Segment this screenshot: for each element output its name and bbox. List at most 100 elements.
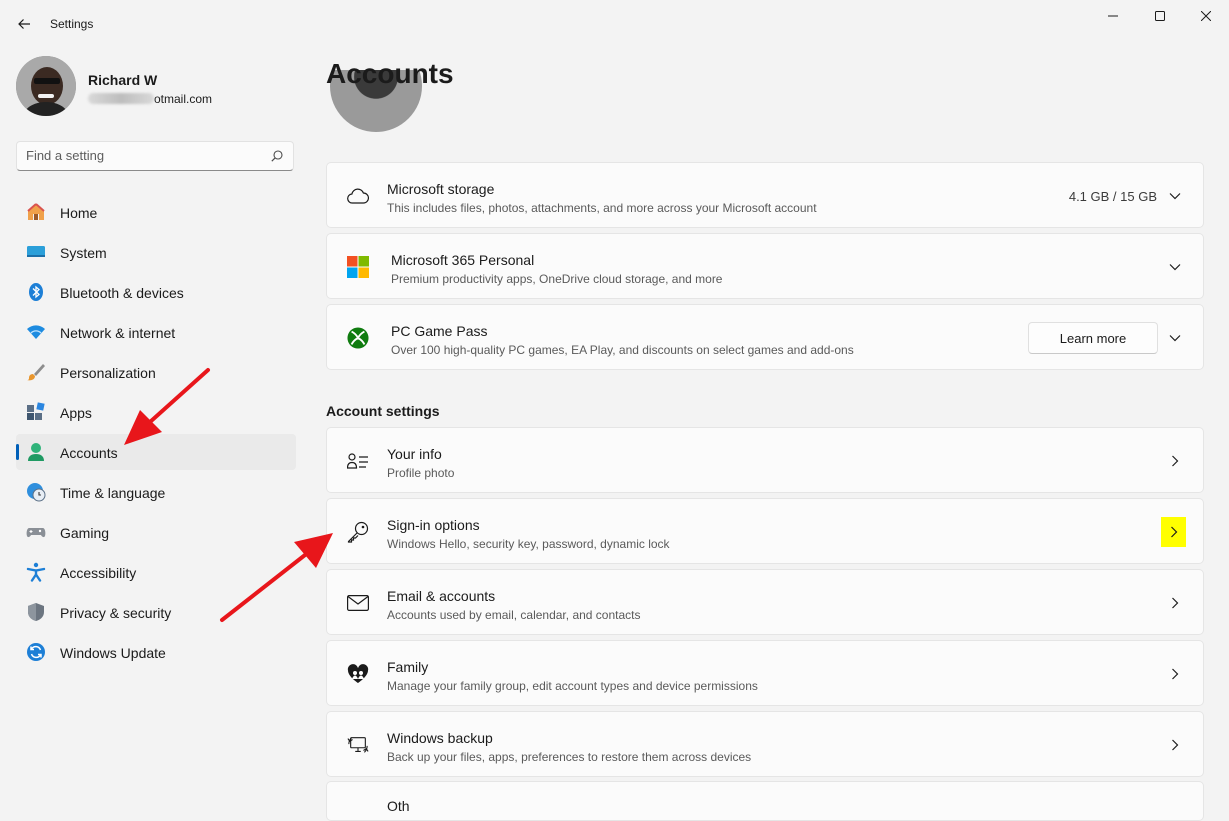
- back-button[interactable]: [10, 10, 38, 38]
- close-icon: [1201, 11, 1211, 21]
- learn-more-button[interactable]: Learn more: [1028, 322, 1158, 354]
- family-heart-icon: [347, 663, 369, 685]
- email-accounts-card[interactable]: Email & accounts Accounts used by email,…: [326, 569, 1204, 635]
- microsoft-logo-icon: [347, 256, 369, 278]
- gamepad-icon: [26, 522, 46, 542]
- sidebar-item-apps[interactable]: Apps: [16, 394, 296, 430]
- minimize-icon: [1108, 15, 1118, 17]
- card-subtitle: Back up your files, apps, preferences to…: [387, 750, 752, 764]
- key-icon: [347, 521, 369, 543]
- family-card[interactable]: Family Manage your family group, edit ac…: [326, 640, 1204, 706]
- person-info-icon: [347, 450, 369, 472]
- sidebar-item-bluetooth[interactable]: Bluetooth & devices: [16, 274, 296, 310]
- system-icon: [26, 242, 46, 262]
- card-subtitle: Windows Hello, security key, password, d…: [387, 537, 670, 551]
- settings-search[interactable]: [16, 141, 294, 171]
- card-title: Family: [387, 659, 429, 675]
- accessibility-icon: [26, 562, 46, 582]
- search-icon[interactable]: [271, 150, 283, 162]
- avatar-photo-icon: [16, 56, 76, 116]
- sidebar-item-system[interactable]: System: [16, 234, 296, 270]
- section-heading: Account settings: [326, 403, 440, 419]
- page-title: Accounts: [326, 58, 454, 89]
- sidebar-item-label: Time & language: [60, 485, 166, 501]
- chevron-down-icon[interactable]: [1167, 330, 1183, 346]
- title-bar: Settings: [0, 0, 1229, 48]
- card-title: Your info: [387, 446, 442, 462]
- card-subtitle: This includes files, photos, attachments…: [387, 201, 817, 215]
- sidebar-item-privacy[interactable]: Privacy & security: [16, 594, 296, 630]
- maximize-icon: [1155, 11, 1165, 21]
- cloud-icon: [347, 185, 369, 207]
- chevron-right-icon[interactable]: [1167, 666, 1183, 682]
- close-button[interactable]: [1183, 0, 1229, 32]
- backup-icon: [347, 734, 369, 756]
- sidebar-item-label: Accounts: [60, 445, 118, 461]
- chevron-right-icon[interactable]: [1161, 517, 1186, 547]
- home-icon: [26, 202, 46, 222]
- sidebar-item-time-language[interactable]: Time & language: [16, 474, 296, 510]
- card-title: Windows backup: [387, 730, 493, 746]
- sign-in-options-card[interactable]: Sign-in options Windows Hello, security …: [326, 498, 1204, 564]
- card-title: Email & accounts: [387, 588, 496, 604]
- card-subtitle: Over 100 high-quality PC games, EA Play,…: [391, 343, 854, 357]
- sidebar-item-label: Gaming: [60, 525, 110, 541]
- back-arrow-icon: [18, 19, 30, 29]
- sidebar-item-label: Network & internet: [60, 325, 176, 341]
- sidebar-item-personalization[interactable]: Personalization: [16, 354, 296, 390]
- chevron-down-icon[interactable]: [1167, 259, 1183, 275]
- card-title: Microsoft storage: [387, 181, 495, 197]
- accounts-icon: [26, 442, 46, 462]
- sidebar-item-label: Bluetooth & devices: [60, 285, 184, 301]
- card-title: Oth: [387, 798, 410, 814]
- mail-icon: [347, 592, 369, 614]
- maximize-button[interactable]: [1137, 0, 1183, 32]
- chevron-right-icon[interactable]: [1167, 595, 1183, 611]
- globe-clock-icon: [26, 482, 46, 502]
- wifi-icon: [26, 322, 46, 342]
- sidebar-item-label: Home: [60, 205, 98, 221]
- chevron-right-icon[interactable]: [1167, 737, 1183, 753]
- sidebar-item-home[interactable]: Home: [16, 194, 296, 230]
- user-email: otmail.com: [88, 92, 212, 106]
- chevron-down-icon[interactable]: [1167, 188, 1183, 204]
- microsoft-storage-card[interactable]: Microsoft storage This includes files, p…: [326, 162, 1204, 228]
- brush-icon: [26, 362, 46, 382]
- sidebar-item-network[interactable]: Network & internet: [16, 314, 296, 350]
- pc-game-pass-card[interactable]: PC Game Pass Over 100 high-quality PC ga…: [326, 304, 1204, 370]
- card-title: Microsoft 365 Personal: [391, 252, 535, 268]
- sidebar-item-accounts[interactable]: Accounts: [16, 434, 296, 470]
- microsoft-365-card[interactable]: Microsoft 365 Personal Premium productiv…: [326, 233, 1204, 299]
- storage-usage: 4.1 GB / 15 GB: [1068, 189, 1157, 204]
- sidebar-item-label: Personalization: [60, 365, 156, 381]
- sidebar-nav: Home System Bluetooth & devices Network …: [16, 194, 296, 674]
- windows-backup-card[interactable]: Windows backup Back up your files, apps,…: [326, 711, 1204, 777]
- search-input[interactable]: [26, 148, 256, 163]
- xbox-icon: [347, 327, 369, 349]
- sidebar-item-label: Apps: [60, 405, 92, 421]
- card-title: Sign-in options: [387, 517, 480, 533]
- sidebar-item-label: System: [60, 245, 107, 261]
- card-title: PC Game Pass: [391, 323, 488, 339]
- card-subtitle: Premium productivity apps, OneDrive clou…: [391, 272, 723, 286]
- other-card[interactable]: Oth: [326, 781, 1204, 821]
- shield-icon: [26, 602, 46, 622]
- sidebar-item-label: Accessibility: [60, 565, 137, 581]
- your-info-card[interactable]: Your info Profile photo: [326, 427, 1204, 493]
- minimize-button[interactable]: [1090, 0, 1136, 32]
- sidebar-item-gaming[interactable]: Gaming: [16, 514, 296, 550]
- sidebar-item-accessibility[interactable]: Accessibility: [16, 554, 296, 590]
- chevron-right-icon[interactable]: [1167, 453, 1183, 469]
- card-subtitle: Accounts used by email, calendar, and co…: [387, 608, 641, 622]
- card-subtitle: Profile photo: [387, 466, 455, 480]
- bluetooth-icon: [26, 282, 46, 302]
- sidebar-item-label: Privacy & security: [60, 605, 172, 621]
- avatar[interactable]: [16, 56, 76, 116]
- update-icon: [26, 642, 46, 662]
- sidebar-item-label: Windows Update: [60, 645, 166, 661]
- app-title: Settings: [50, 17, 94, 31]
- sidebar-item-windows-update[interactable]: Windows Update: [16, 634, 296, 670]
- user-name: Richard W: [88, 72, 158, 88]
- email-redaction: [88, 93, 154, 104]
- apps-icon: [26, 402, 46, 422]
